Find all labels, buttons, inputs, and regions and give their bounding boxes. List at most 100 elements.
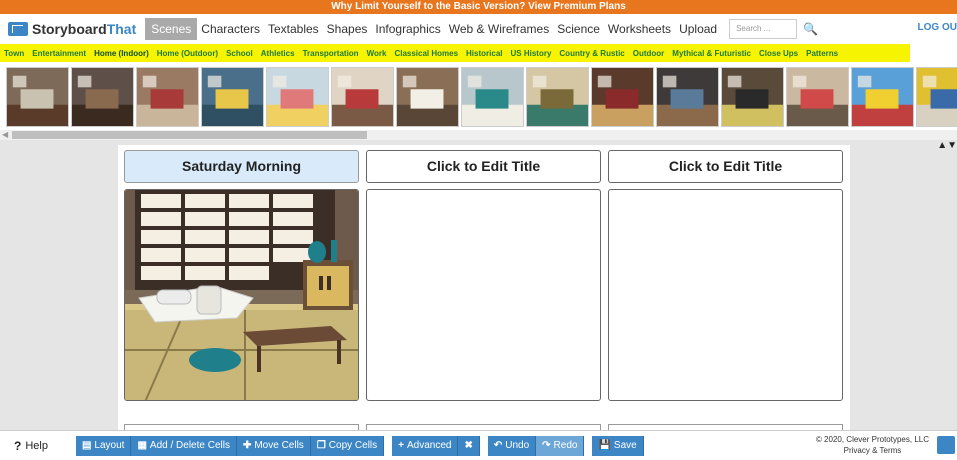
scene-thumb-bunk-bedroom[interactable] [851, 67, 914, 127]
grid-icon: ▦ [137, 440, 147, 451]
layout-button[interactable]: ▤ Layout [75, 435, 132, 456]
advanced-button[interactable]: + Advanced [392, 435, 459, 456]
advanced-group: + Advanced ✖ [392, 435, 480, 456]
top-navigation: Storyboard That Scenes Characters Textab… [0, 14, 957, 44]
scene-thumbnail-strip [0, 62, 957, 132]
add-delete-label: Add / Delete Cells [149, 440, 230, 451]
scrollbar-thumb[interactable] [12, 131, 367, 139]
save-group: 💾 Save [592, 435, 644, 456]
move-icon: ✚ [242, 440, 252, 451]
cell-title-2[interactable]: Click to Edit Title [366, 150, 601, 183]
nav-characters[interactable]: Characters [197, 18, 264, 40]
cell-title-3[interactable]: Click to Edit Title [608, 150, 843, 183]
category-historical[interactable]: Historical [462, 49, 506, 58]
scene-thumb-staircase[interactable] [136, 67, 199, 127]
redo-label: Redo [553, 440, 578, 451]
scene-thumb-dark-bedroom[interactable] [656, 67, 719, 127]
japanese-bedroom-scene [125, 190, 358, 400]
category-work[interactable]: Work [363, 49, 391, 58]
copyright: © 2020, Clever Prototypes, LLC Privacy &… [816, 434, 929, 456]
move-cells-button[interactable]: ✚ Move Cells [236, 435, 311, 456]
category-outdoor[interactable]: Outdoor [629, 49, 669, 58]
history-group: ↶ Undo ↷ Redo [487, 435, 585, 456]
search-icon[interactable]: 🔍 [803, 22, 818, 36]
storyboard-logo-icon[interactable] [937, 436, 955, 454]
scene-thumb-living-room-yellow[interactable] [201, 67, 264, 127]
thumbnail-scrollbar[interactable]: ◀ [0, 130, 957, 140]
category-athletics[interactable]: Athletics [257, 49, 299, 58]
save-label: Save [613, 440, 637, 451]
scene-thumb-office-room[interactable] [786, 67, 849, 127]
nav-worksheets[interactable]: Worksheets [604, 18, 675, 40]
storyboard-cell-2[interactable] [366, 189, 601, 401]
redo-button[interactable]: ↷ Redo [536, 435, 585, 456]
search-input[interactable]: Search ... [729, 19, 798, 39]
layout-icon: ▤ [81, 440, 92, 451]
nav-web-wireframes[interactable]: Web & Wireframes [445, 18, 553, 40]
category-entertainment[interactable]: Entertainment [28, 49, 90, 58]
scene-thumb-front-door[interactable] [71, 67, 134, 127]
nav-shapes[interactable]: Shapes [323, 18, 372, 40]
expand-icon: ✖ [464, 440, 473, 451]
category-school[interactable]: School [222, 49, 257, 58]
scroll-left-icon[interactable]: ◀ [2, 130, 8, 139]
help-icon: ? [14, 438, 22, 453]
advanced-label: Advanced [406, 440, 452, 451]
category-patterns[interactable]: Patterns [802, 49, 842, 58]
scene-thumb-bedroom-red[interactable] [331, 67, 394, 127]
undo-icon: ↶ [493, 440, 503, 451]
save-button[interactable]: 💾 Save [592, 435, 644, 456]
scene-thumb-entry-hall[interactable] [6, 67, 69, 127]
nav-science[interactable]: Science [553, 18, 604, 40]
nav-textables[interactable]: Textables [264, 18, 323, 40]
help-button[interactable]: ? Help [14, 439, 48, 453]
scroll-up-down-icon[interactable]: ▲▼ [937, 140, 957, 151]
logo-text-storyboard: Storyboard [32, 21, 107, 37]
undo-label: Undo [505, 440, 530, 451]
category-home-outdoor[interactable]: Home (Outdoor) [153, 49, 222, 58]
fullscreen-button[interactable]: ✖ [458, 435, 480, 456]
redo-icon: ↷ [542, 440, 551, 451]
category-us-history[interactable]: US History [507, 49, 556, 58]
scene-thumb-bedroom-teal[interactable] [461, 67, 524, 127]
scene-thumb-kitchen-dining[interactable] [526, 67, 589, 127]
premium-promo-banner[interactable]: Why Limit Yourself to the Basic Version?… [0, 0, 957, 14]
category-transportation[interactable]: Transportation [299, 49, 363, 58]
copy-cells-button[interactable]: ❐ Copy Cells [310, 435, 385, 456]
nav-links: Scenes Characters Textables Shapes Infog… [145, 14, 721, 44]
privacy-terms-link[interactable]: Privacy & Terms [816, 445, 929, 456]
undo-button[interactable]: ↶ Undo [487, 435, 537, 456]
copy-label: Copy Cells [328, 440, 378, 451]
scene-thumb-living-room-tv[interactable] [721, 67, 784, 127]
storyboard-canvas: Saturday Morning Click to Edit Title Cli… [0, 140, 957, 432]
storyboardthat-logo[interactable]: Storyboard That [8, 14, 136, 44]
move-label: Move Cells [254, 440, 304, 451]
scene-thumb-library[interactable] [591, 67, 654, 127]
category-country-rustic[interactable]: Country & Rustic [555, 49, 628, 58]
layout-label: Layout [94, 440, 125, 451]
category-classical-homes[interactable]: Classical Homes [390, 49, 462, 58]
cell-title-1[interactable]: Saturday Morning [124, 150, 359, 183]
help-label: Help [25, 439, 48, 452]
cell-tools-group: ▤ Layout ▦ Add / Delete Cells ✚ Move Cells … [75, 435, 385, 456]
nav-scenes[interactable]: Scenes [145, 18, 198, 40]
category-mythical-futuristic[interactable]: Mythical & Futuristic [668, 49, 755, 58]
category-town[interactable]: Town [0, 49, 28, 58]
logo-text-that: That [106, 21, 137, 37]
nav-upload[interactable]: Upload [675, 18, 721, 40]
scene-thumb-patterned-room[interactable] [916, 67, 957, 127]
nav-infographics[interactable]: Infographics [371, 18, 444, 40]
storyboard: Saturday Morning Click to Edit Title Cli… [118, 145, 850, 432]
scene-category-bar: Town Entertainment Home (Indoor) Home (Outd… [0, 44, 910, 62]
category-close-ups[interactable]: Close Ups [755, 49, 802, 58]
plus-icon: + [398, 440, 404, 451]
category-home-indoor[interactable]: Home (Indoor) [90, 49, 153, 58]
storyboard-cell-1[interactable] [124, 189, 359, 401]
storyboard-cell-3[interactable] [608, 189, 843, 401]
logo-icon [8, 22, 28, 36]
scene-thumb-bedroom-bunting[interactable] [266, 67, 329, 127]
logout-link[interactable]: LOG OU [918, 22, 957, 33]
bottom-toolbar: ? Help ▤ Layout ▦ Add / Delete Cells ✚ Move … [0, 430, 957, 460]
scene-thumb-bedroom-wood[interactable] [396, 67, 459, 127]
add-delete-cells-button[interactable]: ▦ Add / Delete Cells [131, 435, 237, 456]
